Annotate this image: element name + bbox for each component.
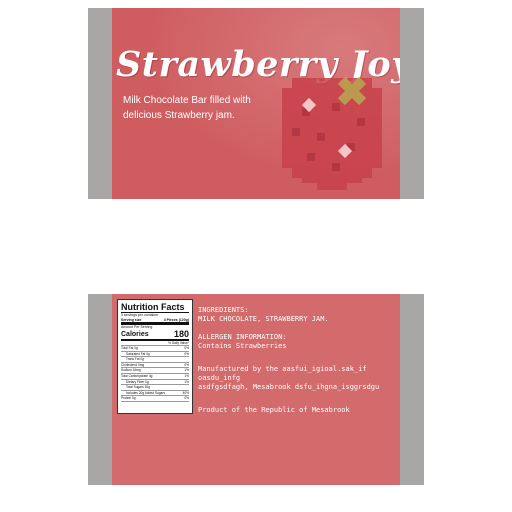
allergen-text: Contains Strawberries xyxy=(198,342,287,350)
ingredients-heading: INGREDIENTS: xyxy=(198,306,249,314)
nutrient-label: Includes 20g Added Sugars xyxy=(126,390,165,395)
nutrient-value: 1% xyxy=(184,374,189,379)
wrapper-back-face: Nutrition Facts 3 servings per container… xyxy=(112,294,400,485)
allergen-heading: ALLERGEN INFORMATION: xyxy=(198,333,287,341)
nutrition-facts-label: Nutrition Facts 3 servings per container… xyxy=(117,299,193,414)
nutrient-value: 1% xyxy=(184,379,189,384)
origin-text: Product of the Republic of Mesabrook xyxy=(198,406,350,414)
nutrient-value: 1% xyxy=(184,368,189,373)
nutrient-label: Cholesterol 0mg xyxy=(121,362,145,367)
calories-row: Calories 180 xyxy=(121,328,189,341)
nutrient-value: 0% xyxy=(184,346,189,351)
nutrient-value: 0% xyxy=(184,362,189,367)
manufacturer-line-1: Manufactured by the aasfui_igioal.sak_if xyxy=(198,365,367,373)
daily-value-header-text: % Daily Value* xyxy=(168,340,189,345)
nutrient-value: 0% xyxy=(184,396,189,401)
serving-size-label: Serving size xyxy=(121,317,142,322)
ingredients-block: INGREDIENTS: MILK CHOCOLATE, STRAWBERRY … xyxy=(198,306,400,324)
nutrient-label: Total Fat 0g xyxy=(121,346,138,351)
nutrient-label: Saturated Fat 0g xyxy=(126,351,150,356)
wrapper-front-face: Strawberry Joy Milk Chocolate Bar filled… xyxy=(112,8,400,199)
serving-size-value: 3 Pieces (120g) xyxy=(163,317,189,322)
nutrition-title: Nutrition Facts xyxy=(121,302,189,313)
serving-size-row: Serving size 3 Pieces (120g) xyxy=(121,317,189,325)
allergen-block: ALLERGEN INFORMATION: Contains Strawberr… xyxy=(198,333,400,351)
nutrient-label: Protein 0g xyxy=(121,396,136,401)
manufacturer-line-3: asdfgsdfagh, Mesabrook dsfu_ihgna_isggrs… xyxy=(198,383,380,391)
nutrient-label: Total Sugars 30g xyxy=(126,385,150,390)
nutrient-value: 0% xyxy=(184,351,189,356)
nutrient-rows: Total Fat 0g 0% Saturated Fat 0g 0% Trans Fa… xyxy=(121,346,189,403)
wrapper-back: Nutrition Facts 3 servings per container… xyxy=(88,294,424,485)
nutrient-row: Protein 0g 0% xyxy=(121,396,189,403)
calories-value: 180 xyxy=(173,328,189,339)
manufacturer-line-2: oasdu_infg xyxy=(198,374,241,382)
manufacturer-block: Manufactured by the aasfui_igioal.sak_if… xyxy=(198,365,400,392)
calories-label: Calories xyxy=(121,330,149,338)
pixel-strawberry-icon xyxy=(282,76,382,190)
nutrient-label: Dietary Fiber 0g xyxy=(126,379,149,384)
ingredients-text: MILK CHOCOLATE, STRAWBERRY JAM. xyxy=(198,315,329,323)
nutrient-label: Sodium 15mg xyxy=(121,368,141,373)
product-info: INGREDIENTS: MILK CHOCOLATE, STRAWBERRY … xyxy=(198,306,400,424)
wrapper-front: Strawberry Joy Milk Chocolate Bar filled… xyxy=(88,8,424,199)
nutrient-label: Total Carbohydrate 4g xyxy=(121,374,153,379)
nutrient-label: Trans Fat 0g xyxy=(126,357,144,362)
nutrient-value: 40% xyxy=(182,390,189,395)
